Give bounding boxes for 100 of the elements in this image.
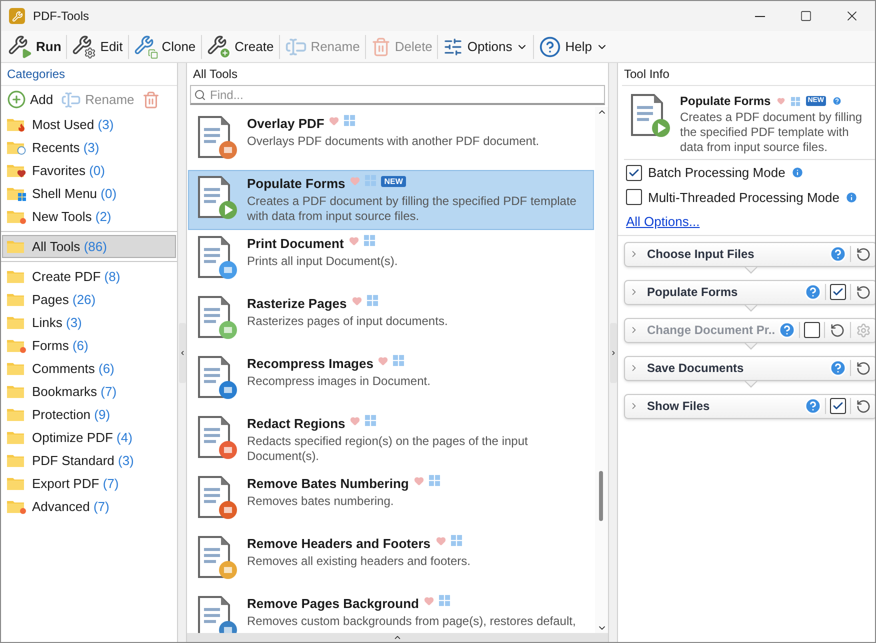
category-item[interactable]: Pages (26) — [2, 288, 176, 311]
search-field[interactable]: Find... — [190, 85, 605, 105]
category-item[interactable]: Favorites (0) — [2, 159, 176, 182]
folder-icon — [7, 141, 24, 154]
folder-icon — [7, 240, 24, 253]
checkbox[interactable] — [626, 164, 642, 181]
maximize-icon — [800, 10, 812, 22]
category-item[interactable]: New Tools (2) — [2, 205, 176, 228]
tool-item[interactable]: Populate Forms NEW Creates a PDF document by filling the specified PDF template with data from input source files. — [188, 170, 594, 230]
folder-icon — [7, 270, 24, 283]
step-panel[interactable]: Populate Forms — [624, 280, 875, 304]
options-icon — [443, 36, 464, 56]
toolbar-button[interactable]: Options — [440, 32, 532, 60]
document-icon — [195, 594, 239, 633]
category-item[interactable]: PDF Standard (3) — [2, 449, 176, 472]
reset-icon[interactable] — [856, 246, 872, 262]
check-icon — [832, 400, 844, 412]
step-title: Show Files — [647, 398, 710, 415]
heart-icon — [352, 296, 362, 306]
chevron-left-icon — [178, 348, 186, 356]
toolbar-button[interactable]: Edit — [69, 32, 126, 60]
help-icon[interactable] — [829, 359, 848, 377]
category-item[interactable]: Links (3) — [2, 311, 176, 334]
tool-item[interactable]: Remove Headers and Footers Removes all existing headers and footers. — [188, 530, 594, 590]
category-item[interactable]: All Tools (86) — [2, 235, 176, 258]
category-item[interactable]: Shell Menu (0) — [2, 182, 176, 205]
category-item[interactable]: Comments (6) — [2, 357, 176, 380]
help-icon — [832, 96, 842, 106]
category-item[interactable]: Forms (6) — [2, 334, 176, 357]
toolbar-button[interactable]: Help — [536, 32, 611, 60]
toolbar-button[interactable]: Create — [204, 32, 277, 60]
all-options-link[interactable]: All Options... — [626, 212, 875, 232]
step-checkbox[interactable] — [830, 398, 846, 414]
scrollbar[interactable] — [595, 107, 608, 633]
folder-icon — [7, 408, 24, 421]
wrench-play-icon — [8, 34, 32, 58]
category-item[interactable]: Advanced (7) — [2, 495, 176, 518]
new-badge: NEW — [381, 176, 406, 188]
trash-icon — [370, 36, 391, 56]
reset-icon[interactable] — [856, 360, 872, 376]
search-icon — [194, 89, 206, 101]
step-panel[interactable]: Show Files — [624, 394, 875, 418]
category-item[interactable]: Recents (3) — [2, 136, 176, 159]
windows-icon — [344, 115, 356, 126]
heart-icon — [436, 536, 446, 546]
help-icon[interactable] — [804, 283, 822, 301]
check-icon — [832, 286, 844, 298]
tool-item[interactable]: Remove Bates Numbering Removes bates numbering. — [188, 470, 594, 530]
folder-icon — [7, 118, 24, 131]
help-icon[interactable] — [804, 397, 822, 415]
step-panel[interactable]: Choose Input Files — [624, 242, 875, 266]
help-icon — [539, 36, 562, 58]
step-panel[interactable]: Save Documents — [624, 356, 875, 380]
info-icon — [845, 190, 858, 204]
reset-icon[interactable] — [856, 398, 872, 414]
bottom-handle[interactable] — [187, 633, 608, 642]
folder-icon — [7, 164, 24, 177]
windows-icon — [365, 415, 376, 426]
toolbar-button[interactable]: Run — [5, 32, 64, 60]
tool-item[interactable]: Print Document Prints all input Document(s). — [188, 230, 594, 290]
document-icon — [195, 174, 239, 220]
help-icon[interactable] — [829, 245, 848, 263]
tool-item[interactable]: Rasterize Pages Rasterizes pages of input documents. — [188, 290, 594, 350]
windows-icon — [790, 96, 800, 106]
heart-icon — [329, 116, 340, 126]
category-item[interactable]: Create PDF (8) — [2, 265, 176, 288]
tool-item[interactable]: Overlay PDF Overlays PDF documents with another PDF document. — [188, 110, 594, 170]
expand-handle[interactable] — [610, 322, 616, 382]
window-title: PDF-Tools — [33, 8, 90, 25]
reset-icon[interactable] — [856, 284, 872, 300]
category-item[interactable]: Most Used (3) — [2, 113, 176, 136]
collapse-handle[interactable] — [178, 322, 186, 382]
step-title: Populate Forms — [647, 284, 738, 301]
add-icon — [7, 90, 26, 109]
folder-icon — [7, 385, 24, 398]
info-icon — [791, 166, 804, 180]
scroll-thumb[interactable] — [599, 471, 603, 522]
category-item[interactable]: Optimize PDF (4) — [2, 426, 176, 449]
chevron-up-icon — [393, 633, 402, 642]
tool-name: Populate Forms — [680, 93, 771, 110]
step-checkbox[interactable] — [830, 284, 846, 300]
document-icon — [195, 294, 239, 340]
tool-item[interactable]: Redact Regions Redacts specified region(s) on the pages of the input Document(s). — [188, 410, 594, 470]
category-item[interactable]: Export PDF (7) — [2, 472, 176, 495]
document-icon — [195, 414, 239, 460]
folder-icon — [7, 187, 24, 200]
folder-icon — [7, 477, 24, 490]
heart-icon — [378, 356, 388, 366]
chevron-right-icon — [610, 348, 616, 356]
tool-item[interactable]: Recompress Images Recompress images in Document. — [188, 350, 594, 410]
document-icon — [195, 114, 239, 160]
option-label: Multi-Threaded Processing Mode — [648, 188, 840, 207]
add-button[interactable]: Add — [5, 90, 56, 110]
category-item[interactable]: Bookmarks (7) — [2, 380, 176, 403]
category-item[interactable]: Protection (9) — [2, 403, 176, 426]
folder-icon — [7, 339, 24, 352]
windows-icon — [366, 295, 378, 306]
folder-icon — [7, 316, 24, 329]
toolbar-button[interactable]: Clone — [130, 32, 199, 60]
checkbox[interactable] — [626, 189, 642, 206]
